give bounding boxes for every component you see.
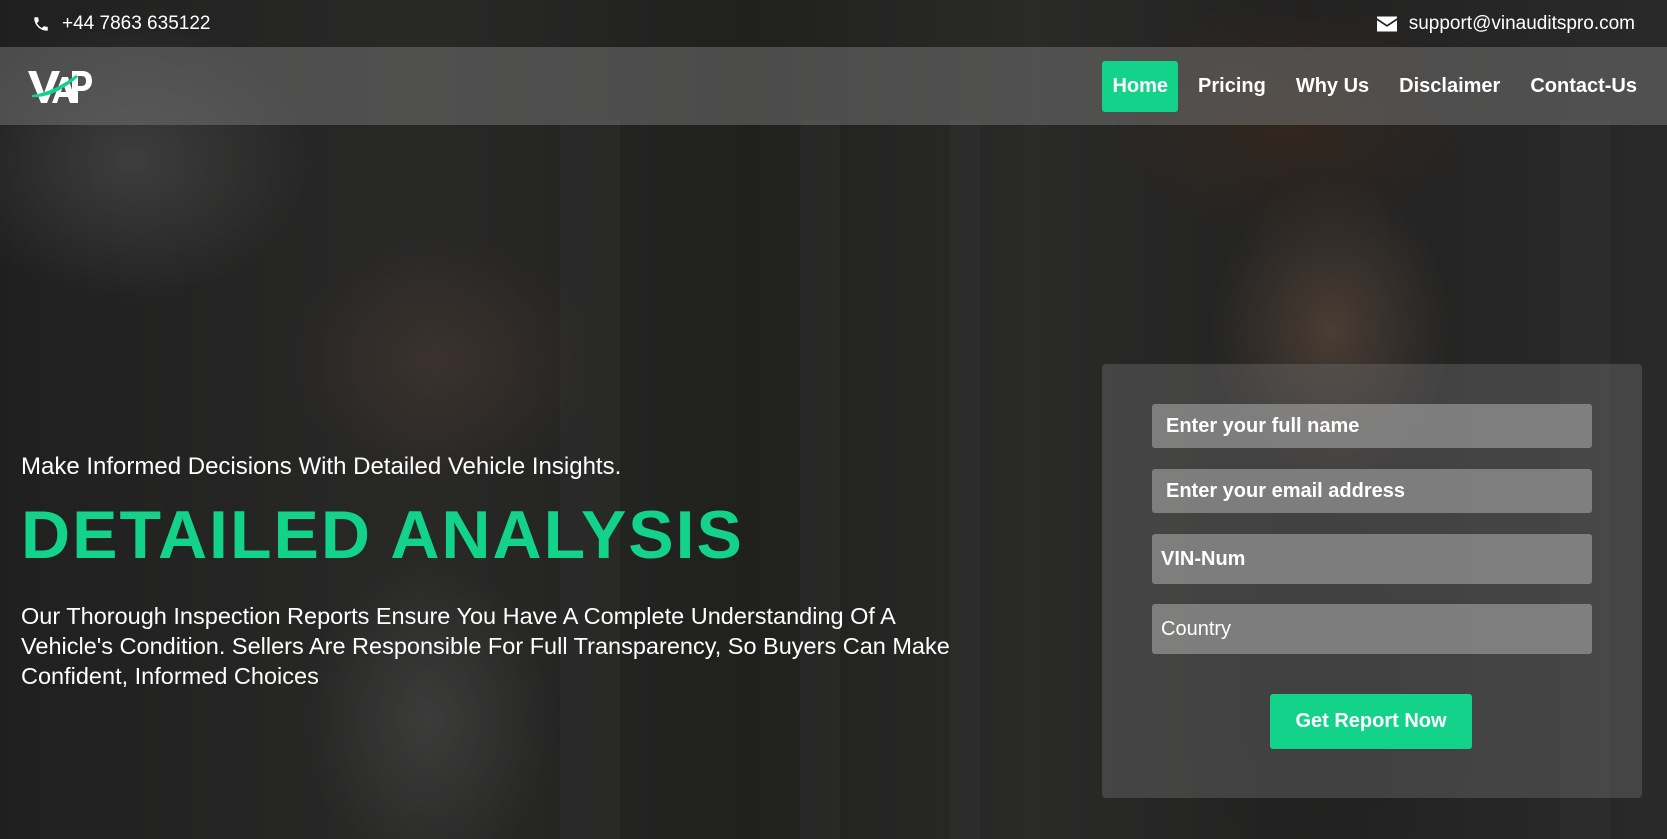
hero-tagline: Make Informed Decisions With Detailed Ve…	[21, 453, 622, 480]
nav-disclaimer[interactable]: Disclaimer	[1389, 61, 1510, 112]
report-request-form: Get Report Now	[1102, 364, 1642, 798]
nav-menu: Home Pricing Why Us Disclaimer Contact-U…	[1102, 60, 1647, 112]
envelope-icon	[1376, 16, 1397, 32]
nav-pricing[interactable]: Pricing	[1188, 61, 1276, 112]
get-report-button[interactable]: Get Report Now	[1270, 694, 1472, 749]
vin-input[interactable]	[1152, 534, 1592, 584]
phone-icon	[32, 15, 50, 33]
hero-headline: DETAILED ANALYSIS	[21, 497, 744, 573]
country-input[interactable]	[1152, 604, 1592, 654]
phone-number: +44 7863 635122	[62, 12, 211, 34]
hero-text-block: Make Informed Decisions With Detailed Ve…	[21, 453, 981, 691]
top-contact-bar: +44 7863 635122 support@vinauditspro.com	[0, 0, 1667, 47]
email-contact[interactable]: support@vinauditspro.com	[1376, 12, 1635, 35]
full-name-input[interactable]	[1152, 404, 1592, 448]
brand-logo[interactable]	[26, 65, 92, 107]
hero-description: Our Thorough Inspection Reports Ensure Y…	[21, 603, 950, 689]
nav-home[interactable]: Home	[1102, 60, 1179, 112]
email-input[interactable]	[1152, 469, 1592, 513]
vap-logo-icon	[28, 71, 92, 103]
nav-contact-us[interactable]: Contact-Us	[1520, 61, 1647, 112]
main-navbar: Home Pricing Why Us Disclaimer Contact-U…	[0, 47, 1667, 125]
email-address: support@vinauditspro.com	[1408, 12, 1635, 34]
phone-contact[interactable]: +44 7863 635122	[32, 13, 210, 35]
nav-why-us[interactable]: Why Us	[1286, 61, 1379, 112]
